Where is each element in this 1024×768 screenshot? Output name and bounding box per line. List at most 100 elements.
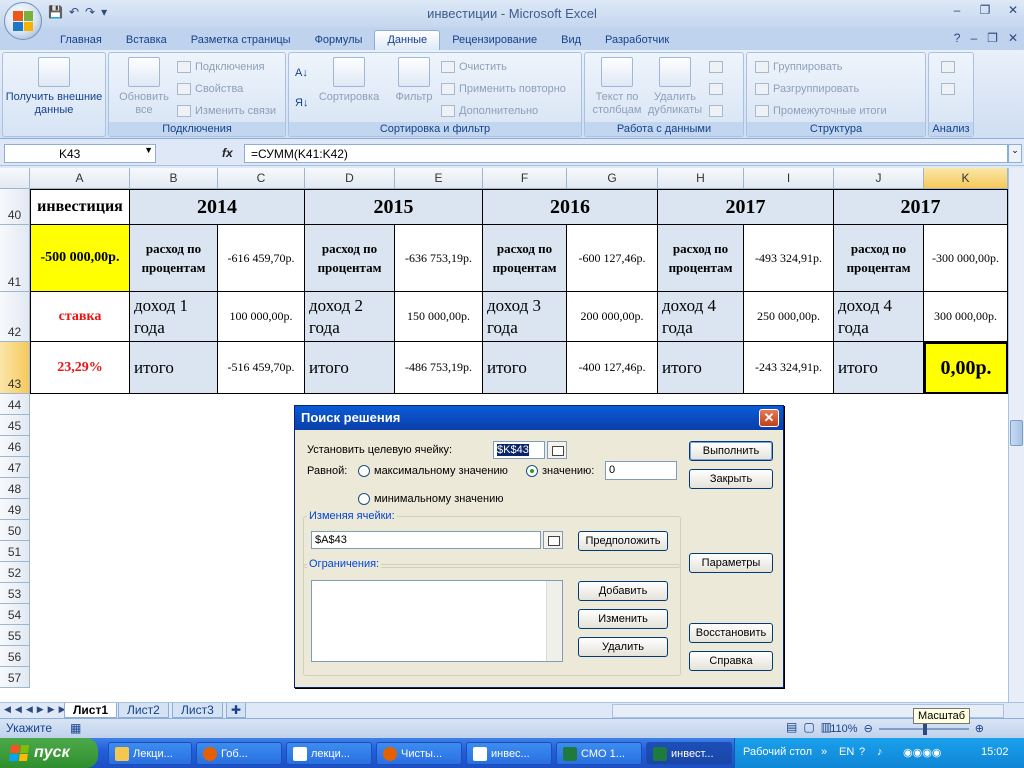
sheet-tab-3[interactable]: Лист3 <box>172 703 223 718</box>
tab-view[interactable]: Вид <box>549 31 593 50</box>
row-header-43[interactable]: 43 <box>0 342 30 394</box>
sort-az-icon[interactable]: A↓ <box>295 67 308 79</box>
cell-year-2017-b[interactable]: 2017 <box>834 189 1008 225</box>
row-header-44[interactable]: 44 <box>0 394 30 415</box>
help-button[interactable]: Справка <box>689 651 773 671</box>
cell-h41[interactable]: расход по процентам <box>658 225 744 292</box>
select-all-corner[interactable] <box>0 168 30 189</box>
cell-j41[interactable]: расход по процентам <box>834 225 924 292</box>
macro-record-icon[interactable]: ▦ <box>70 721 81 735</box>
cell-h42[interactable]: доход 4 года <box>658 292 744 342</box>
change-constraint-button[interactable]: Изменить <box>578 609 668 629</box>
sort-za-icon[interactable]: Я↓ <box>295 97 308 109</box>
zoom-in-icon[interactable]: ⊕ <box>975 722 984 735</box>
tab-developer[interactable]: Разработчик <box>593 31 681 50</box>
solver-icon[interactable] <box>941 83 955 95</box>
cell-g43[interactable]: -400 127,46р. <box>567 342 658 394</box>
row-header-46[interactable]: 46 <box>0 436 30 457</box>
value-input[interactable]: 0 <box>605 461 677 480</box>
subtotals-button[interactable]: Промежуточные итоги <box>755 105 887 117</box>
options-button[interactable]: Параметры <box>689 553 773 573</box>
cell-i41[interactable]: -493 324,91р. <box>744 225 834 292</box>
target-cell-input[interactable]: $K$43 <box>493 441 545 459</box>
cell-k42[interactable]: 300 000,00р. <box>924 292 1008 342</box>
office-button[interactable] <box>4 2 42 40</box>
start-button[interactable]: пуск <box>0 738 98 768</box>
close-icon[interactable]: ✕ <box>1004 3 1022 17</box>
constraints-scrollbar[interactable] <box>546 581 562 661</box>
row-header-41[interactable]: 41 <box>0 225 30 292</box>
column-header-k[interactable]: K <box>924 168 1008 189</box>
close-button[interactable]: Закрыть <box>689 469 773 489</box>
dialog-close-icon[interactable]: ✕ <box>759 409 779 427</box>
task-firefox-1[interactable]: Гоб... <box>196 742 282 765</box>
cell-e41[interactable]: -636 753,19р. <box>395 225 483 292</box>
row-header-51[interactable]: 51 <box>0 541 30 562</box>
doc-restore-icon[interactable]: ❐ <box>987 31 998 45</box>
cell-a43[interactable]: 23,29% <box>30 342 130 394</box>
help-tray-icon[interactable]: ? <box>859 746 865 758</box>
task-excel-1[interactable]: СМО 1... <box>556 742 642 765</box>
ungroup-button[interactable]: Разгруппировать <box>755 83 859 95</box>
tab-data[interactable]: Данные <box>374 30 441 50</box>
cell-j43[interactable]: итого <box>834 342 924 394</box>
speaker-icon[interactable]: ♪ <box>877 746 883 758</box>
cell-k41[interactable]: -300 000,00р. <box>924 225 1008 292</box>
expand-formula-bar-icon[interactable]: ⌄ <box>1008 144 1022 163</box>
column-header-f[interactable]: F <box>483 168 567 189</box>
cell-year-2017[interactable]: 2017 <box>658 189 834 225</box>
row-header-50[interactable]: 50 <box>0 520 30 541</box>
row-header-54[interactable]: 54 <box>0 604 30 625</box>
cell-c41[interactable]: -616 459,70р. <box>218 225 305 292</box>
cell-e42[interactable]: 150 000,00р. <box>395 292 483 342</box>
column-header-a[interactable]: A <box>30 168 130 189</box>
reapply-button[interactable]: Применить повторно <box>441 83 566 95</box>
row-header-49[interactable]: 49 <box>0 499 30 520</box>
cell-b42[interactable]: доход 1 года <box>130 292 218 342</box>
doc-close-icon[interactable]: ✕ <box>1008 31 1018 45</box>
cell-f43[interactable]: итого <box>483 342 567 394</box>
chevron-icon[interactable]: » <box>821 746 827 758</box>
tray-apps-icon[interactable]: ◉◉◉◉ <box>903 746 941 759</box>
changing-cells-input[interactable]: $A$43 <box>311 531 541 549</box>
consolidate-icon[interactable] <box>709 83 723 95</box>
task-folder[interactable]: Лекци... <box>108 742 192 765</box>
tab-insert[interactable]: Вставка <box>114 31 179 50</box>
cell-year-2016[interactable]: 2016 <box>483 189 658 225</box>
zoom-slider[interactable] <box>878 722 969 735</box>
cell-c43[interactable]: -516 459,70р. <box>218 342 305 394</box>
cell-g41[interactable]: -600 127,46р. <box>567 225 658 292</box>
tab-formulas[interactable]: Формулы <box>303 31 375 50</box>
task-word-2[interactable]: инвес... <box>466 742 552 765</box>
cell-a40[interactable]: инвестиция <box>30 189 130 225</box>
doc-minimize-icon[interactable]: – <box>970 31 977 45</box>
cell-a41[interactable]: -500 000,00р. <box>30 225 130 292</box>
restore-icon[interactable]: ❐ <box>976 3 994 17</box>
radio-max[interactable] <box>358 465 370 477</box>
advanced-button[interactable]: Дополнительно <box>441 105 538 117</box>
changing-ref-icon[interactable] <box>543 531 563 549</box>
sort-button[interactable]: Сортировка <box>317 57 381 104</box>
task-excel-2[interactable]: инвест... <box>646 742 732 765</box>
cell-b41[interactable]: расход по процентам <box>130 225 218 292</box>
group-button[interactable]: Группировать <box>755 61 843 73</box>
guess-button[interactable]: Предположить <box>578 531 668 551</box>
cell-a42[interactable]: ставка <box>30 292 130 342</box>
cell-f41[interactable]: расход по процентам <box>483 225 567 292</box>
cell-d42[interactable]: доход 2 года <box>305 292 395 342</box>
cell-year-2014[interactable]: 2014 <box>130 189 305 225</box>
vertical-scrollbar[interactable] <box>1008 168 1024 702</box>
refresh-all-button[interactable]: Обновить все <box>113 57 175 117</box>
cell-g42[interactable]: 200 000,00р. <box>567 292 658 342</box>
name-box[interactable]: K43 ▼ <box>4 144 156 163</box>
cell-j42[interactable]: доход 4 года <box>834 292 924 342</box>
row-header-40[interactable]: 40 <box>0 189 30 225</box>
column-header-i[interactable]: I <box>744 168 834 189</box>
target-ref-icon[interactable] <box>547 441 567 459</box>
row-header-42[interactable]: 42 <box>0 292 30 342</box>
row-header-55[interactable]: 55 <box>0 625 30 646</box>
get-external-data-button[interactable]: Получить внешние данные <box>5 57 103 117</box>
column-header-e[interactable]: E <box>395 168 483 189</box>
properties-button[interactable]: Свойства <box>177 83 243 95</box>
row-header-52[interactable]: 52 <box>0 562 30 583</box>
